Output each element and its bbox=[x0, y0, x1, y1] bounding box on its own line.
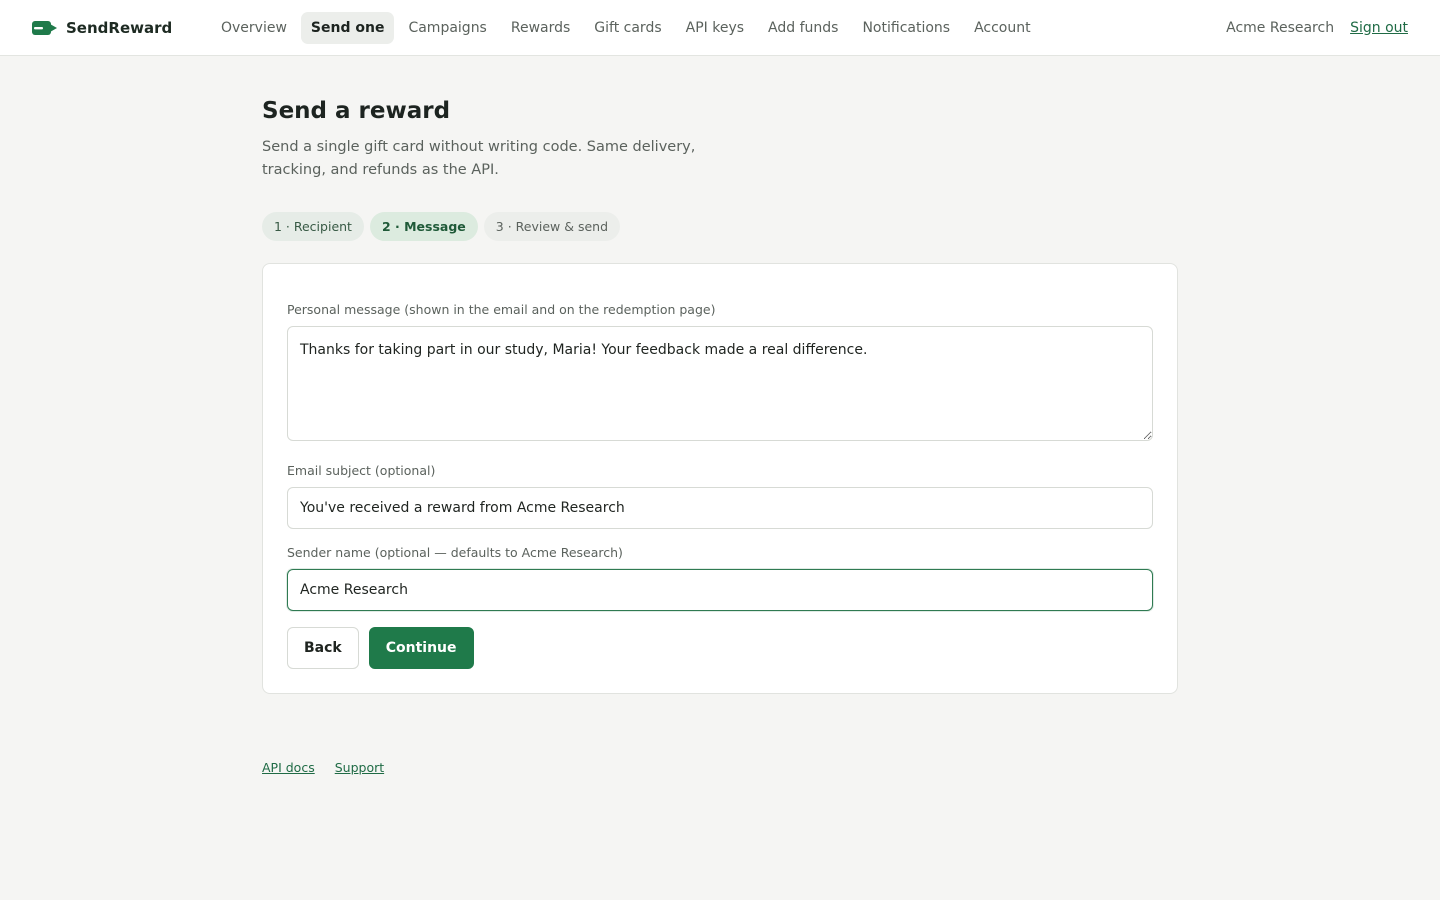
step-message[interactable]: 2 · Message bbox=[369, 212, 478, 241]
step-review-send: 3 · Review & send bbox=[483, 212, 621, 241]
nav-rewards[interactable]: Rewards bbox=[501, 12, 580, 44]
nav-account[interactable]: Account bbox=[964, 12, 1041, 44]
nav-api-keys[interactable]: API keys bbox=[676, 12, 754, 44]
nav-campaigns[interactable]: Campaigns bbox=[398, 12, 496, 44]
continue-button[interactable]: Continue bbox=[368, 627, 474, 669]
main-content: Send a reward Send a single gift card wi… bbox=[262, 56, 1178, 775]
page-subtitle: Send a single gift card without writing … bbox=[262, 139, 696, 178]
personal-message-label: Personal message (shown in the email and… bbox=[287, 302, 716, 317]
page-title: Send a reward bbox=[262, 98, 451, 124]
organization-name: Acme Research bbox=[1226, 19, 1335, 36]
nav-add-funds[interactable]: Add funds bbox=[758, 12, 848, 44]
step-recipient[interactable]: 1 · Recipient bbox=[262, 212, 364, 241]
nav-overview[interactable]: Overview bbox=[211, 12, 297, 44]
top-nav-bar: SendReward Overview Send one Campaigns R… bbox=[0, 0, 1440, 56]
main-nav: Overview Send one Campaigns Rewards Gift… bbox=[211, 11, 1041, 44]
support-link[interactable]: Support bbox=[335, 760, 384, 775]
brand-name: SendReward bbox=[66, 18, 173, 37]
sender-name-label: Sender name (optional — defaults to Acme… bbox=[287, 545, 623, 560]
message-form-card: Personal message (shown in the email and… bbox=[262, 263, 1178, 694]
page-footer: API docs Support bbox=[262, 760, 1178, 775]
email-subject-label: Email subject (optional) bbox=[287, 463, 436, 478]
personal-message-textarea[interactable]: Thanks for taking part in our study, Mar… bbox=[287, 326, 1153, 441]
sign-out-link[interactable]: Sign out bbox=[1350, 20, 1408, 36]
step-indicator: 1 · Recipient 2 · Message 3 · Review & s… bbox=[262, 212, 1178, 241]
nav-notifications[interactable]: Notifications bbox=[852, 12, 960, 44]
nav-gift-cards[interactable]: Gift cards bbox=[584, 12, 671, 44]
gift-card-arrow-icon bbox=[32, 20, 57, 35]
api-docs-link[interactable]: API docs bbox=[262, 760, 315, 775]
brand-logo[interactable]: SendReward bbox=[32, 19, 211, 37]
back-button[interactable]: Back bbox=[287, 627, 359, 669]
form-actions: Back Continue bbox=[287, 627, 1153, 669]
sender-name-input[interactable] bbox=[287, 569, 1153, 611]
nav-send-one[interactable]: Send one bbox=[300, 11, 395, 44]
email-subject-input[interactable] bbox=[287, 487, 1153, 529]
